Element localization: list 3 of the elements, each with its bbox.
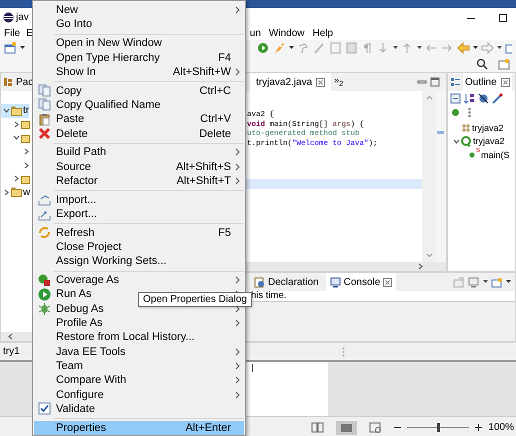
window-title: jav [16, 12, 29, 23]
tooltip: Open Properties Dialog [138, 292, 252, 307]
status-text: try1 [3, 346, 20, 357]
